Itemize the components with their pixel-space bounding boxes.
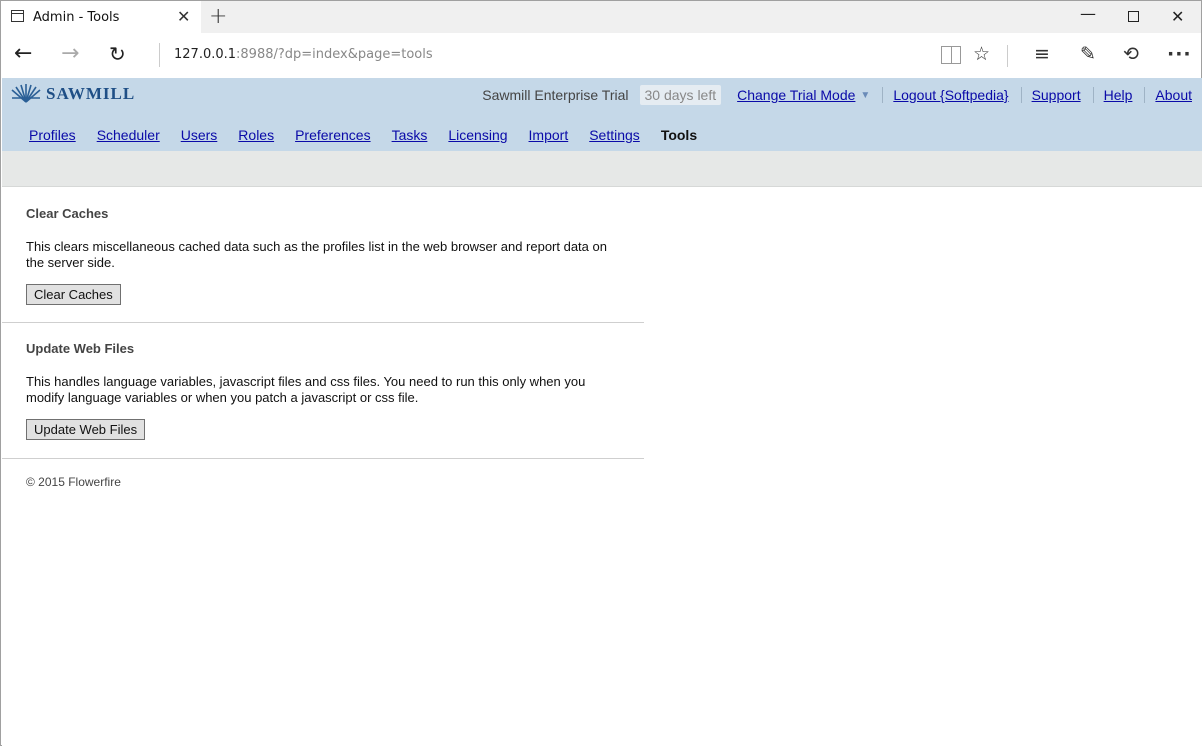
logout-link[interactable]: Logout {Softpedia} xyxy=(893,87,1008,103)
nav-settings[interactable]: Settings xyxy=(589,127,640,143)
app-header: SAWMILL Sawmill Enterprise Trial 30 days… xyxy=(2,78,1202,151)
sawmill-logo-icon xyxy=(10,84,42,104)
section-divider xyxy=(2,458,644,459)
address-separator xyxy=(159,43,160,67)
maximize-icon[interactable] xyxy=(1128,11,1139,22)
nav-roles[interactable]: Roles xyxy=(238,127,274,143)
clear-caches-button[interactable]: Clear Caches xyxy=(26,284,121,305)
main-nav: Profiles Scheduler Users Roles Preferenc… xyxy=(29,127,697,143)
forward-arrow-icon[interactable]: → xyxy=(61,43,79,65)
update-web-files-section: Update Web Files This handles language v… xyxy=(2,323,644,458)
address-bar: ← → ↻ 127.0.0.1:8988/?dp=index&page=tool… xyxy=(1,33,1201,77)
about-link[interactable]: About xyxy=(1155,87,1192,103)
url-field[interactable]: 127.0.0.1:8988/?dp=index&page=tools xyxy=(174,47,433,62)
back-arrow-icon[interactable]: ← xyxy=(14,43,32,65)
hub-icon[interactable]: ≡ xyxy=(1034,44,1050,64)
nav-scheduler[interactable]: Scheduler xyxy=(97,127,160,143)
chevron-down-icon[interactable]: ▼ xyxy=(860,90,870,101)
help-link[interactable]: Help xyxy=(1104,87,1133,103)
sawmill-logo[interactable]: SAWMILL xyxy=(10,84,135,104)
url-path: :8988/?dp=index&page=tools xyxy=(236,47,433,62)
nav-tasks[interactable]: Tasks xyxy=(392,127,428,143)
more-options-icon[interactable]: ··· xyxy=(1167,44,1192,64)
product-name: Sawmill Enterprise Trial xyxy=(482,87,629,103)
browser-tab[interactable]: Admin - Tools ✕ xyxy=(1,1,201,33)
url-host: 127.0.0.1 xyxy=(174,47,237,62)
refresh-icon[interactable]: ↻ xyxy=(109,43,126,65)
reading-view-icon[interactable] xyxy=(941,46,961,64)
window-close-icon[interactable]: ✕ xyxy=(1171,7,1184,26)
clear-caches-description: This clears miscellaneous cached data su… xyxy=(26,239,607,270)
nav-preferences[interactable]: Preferences xyxy=(295,127,370,143)
tab-title: Admin - Tools xyxy=(33,10,120,25)
link-separator xyxy=(1144,87,1146,103)
nav-profiles[interactable]: Profiles xyxy=(29,127,76,143)
trial-days-badge: 30 days left xyxy=(639,85,722,105)
support-link[interactable]: Support xyxy=(1032,87,1081,103)
nav-tools-active: Tools xyxy=(660,127,698,143)
nav-import[interactable]: Import xyxy=(529,127,569,143)
update-web-files-description: This handles language variables, javascr… xyxy=(26,374,586,405)
page-content: SAWMILL Sawmill Enterprise Trial 30 days… xyxy=(2,78,1202,746)
copyright-footer: © 2015 Flowerfire xyxy=(26,475,121,489)
link-separator xyxy=(1020,87,1022,103)
new-tab-icon[interactable]: + xyxy=(209,4,227,29)
clear-caches-section: Clear Caches This clears miscellaneous c… xyxy=(2,188,644,322)
nav-licensing[interactable]: Licensing xyxy=(448,127,507,143)
header-top-links: Sawmill Enterprise Trial 30 days left Ch… xyxy=(482,85,1192,105)
minimize-icon[interactable]: — xyxy=(1080,4,1096,23)
update-web-files-button[interactable]: Update Web Files xyxy=(26,419,146,440)
toolbar-strip xyxy=(2,151,1202,187)
clear-caches-title: Clear Caches xyxy=(26,206,109,221)
toolbar-separator xyxy=(1007,45,1008,67)
logo-text: SAWMILL xyxy=(46,84,136,103)
share-icon[interactable]: ⟲ xyxy=(1123,44,1139,64)
tab-close-icon[interactable]: ✕ xyxy=(177,7,190,26)
link-separator xyxy=(882,87,884,103)
tab-page-icon xyxy=(11,10,24,22)
change-trial-mode-link[interactable]: Change Trial Mode xyxy=(737,87,855,103)
web-note-icon[interactable]: ✎ xyxy=(1080,44,1096,64)
favorite-star-icon[interactable]: ☆ xyxy=(973,44,990,64)
title-bar: Admin - Tools ✕ + — ✕ xyxy=(1,1,1201,33)
link-separator xyxy=(1092,87,1094,103)
nav-users[interactable]: Users xyxy=(181,127,218,143)
browser-window: Admin - Tools ✕ + — ✕ ← → ↻ 127.0.0.1:89… xyxy=(0,0,1202,746)
update-web-files-title: Update Web Files xyxy=(26,341,135,356)
